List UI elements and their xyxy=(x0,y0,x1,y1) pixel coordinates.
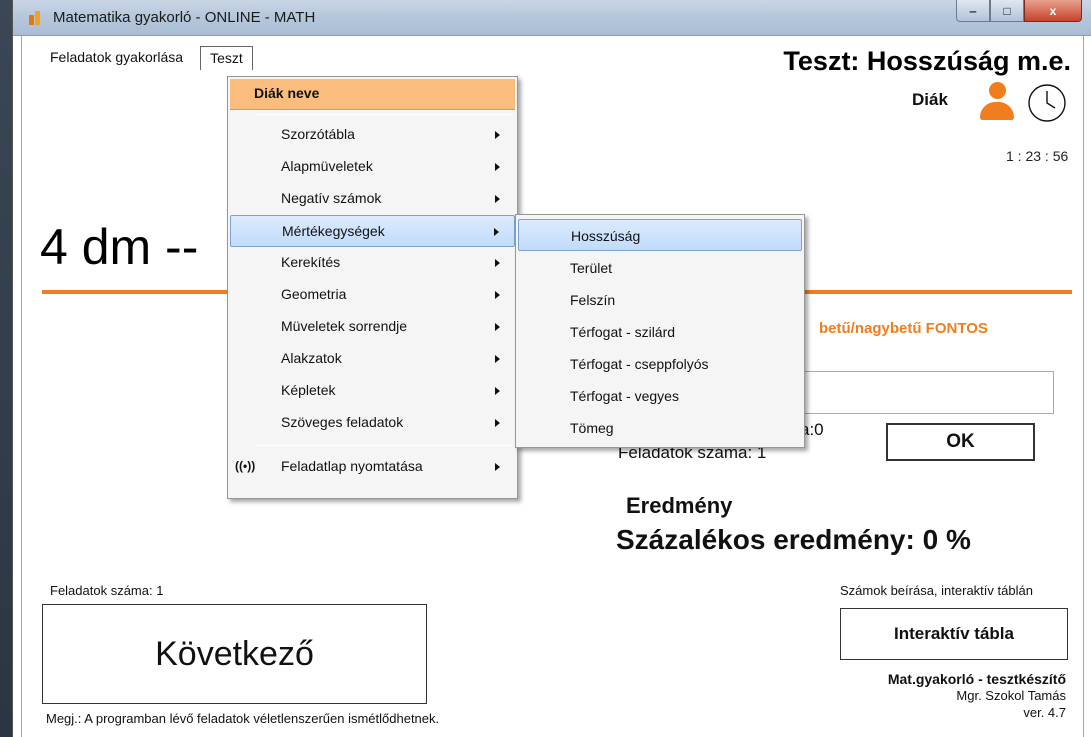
menu-item-negative-numbers[interactable]: Negatív számok xyxy=(230,183,515,215)
version-label: ver. 4.7 xyxy=(1023,705,1066,720)
interactive-board-caption: Számok beírása, interaktív táblán xyxy=(840,583,1033,598)
result-label: Eredmény xyxy=(626,493,733,518)
test-dropdown-menu: Diák neve Szorzótábla Alapmüveletek Nega… xyxy=(227,76,518,499)
chevron-right-icon xyxy=(495,419,500,427)
test-title: Teszt: Hosszúság m.e. xyxy=(783,46,1071,76)
chevron-right-icon xyxy=(495,355,500,363)
menu-item-print-worksheet[interactable]: ((•)) Feladatlap nyomtatása xyxy=(230,451,515,483)
minimize-button[interactable]: ‒ xyxy=(956,0,990,22)
next-button[interactable]: Következő xyxy=(42,604,427,704)
credit-author: Mgr. Szokol Tamás xyxy=(956,688,1066,703)
submenu-item-mass[interactable]: Tömeg xyxy=(518,412,802,444)
chevron-right-icon xyxy=(495,131,500,139)
chevron-right-icon xyxy=(494,228,499,236)
submenu-item-volume-solid[interactable]: Térfogat - szilárd xyxy=(518,316,802,348)
task-count: Feladatok száma: 1 xyxy=(50,583,164,598)
menu-item-label: Müveletek sorrendje xyxy=(281,318,408,334)
chevron-right-icon xyxy=(495,323,500,331)
desktop-background xyxy=(0,0,12,737)
window-title: Matematika gyakorló - ONLINE - MATH xyxy=(53,9,316,26)
menu-item-label: Szöveges feladatok xyxy=(281,414,404,430)
title-bar[interactable]: Matematika gyakorló - ONLINE - MATH ‒ □ … xyxy=(13,0,1091,36)
clock-icon[interactable] xyxy=(1026,82,1068,124)
chevron-right-icon xyxy=(495,387,500,395)
menu-item-label: Kerekítés xyxy=(281,254,341,270)
screen: Matematika gyakorló - ONLINE - MATH ‒ □ … xyxy=(0,0,1091,737)
chevron-right-icon xyxy=(495,291,500,299)
submenu-item-area[interactable]: Terület xyxy=(518,252,802,284)
footer-note: Megj.: A programban lévő feladatok vélet… xyxy=(46,711,440,726)
user-icon[interactable] xyxy=(980,82,1014,122)
menu-item-geometry[interactable]: Geometria xyxy=(230,279,515,311)
chevron-right-icon xyxy=(495,195,500,203)
menu-student-name[interactable]: Diák neve xyxy=(230,79,515,110)
menu-separator xyxy=(256,114,512,115)
maximize-button[interactable]: □ xyxy=(990,0,1024,22)
menu-item-label: Negatív számok xyxy=(281,190,382,206)
menu-item-formulas[interactable]: Képletek xyxy=(230,375,515,407)
chevron-right-icon xyxy=(495,259,500,267)
submenu-item-length[interactable]: Hosszúság xyxy=(518,219,802,251)
menu-item-label: Alapmüveletek xyxy=(281,158,373,174)
ok-button[interactable]: OK xyxy=(886,423,1035,461)
menu-item-shapes[interactable]: Alakzatok xyxy=(230,343,515,375)
broadcast-icon: ((•)) xyxy=(235,459,256,473)
menu-item-basic-operations[interactable]: Alapmüveletek xyxy=(230,151,515,183)
menu-item-units[interactable]: Mértékegységek xyxy=(230,215,515,247)
menu-item-label: Mértékegységek xyxy=(282,223,385,239)
window-controls: ‒ □ x xyxy=(956,0,1082,22)
credit-title: Mat.gyakorló - tesztkészítő xyxy=(887,671,1066,687)
chevron-right-icon xyxy=(495,163,500,171)
submenu-item-volume-liquid[interactable]: Térfogat - cseppfolyós xyxy=(518,348,802,380)
submenu-item-surface[interactable]: Felszín xyxy=(518,284,802,316)
menu-item-order-of-operations[interactable]: Müveletek sorrendje xyxy=(230,311,515,343)
app-logo-icon xyxy=(29,11,45,25)
menu-item-label: Feladatlap nyomtatása xyxy=(281,458,423,474)
menu-item-label: Szorzótábla xyxy=(281,126,355,142)
question-text: 4 dm -- xyxy=(40,219,199,275)
submenu-item-volume-mixed[interactable]: Térfogat - vegyes xyxy=(518,380,802,412)
percent-result: Százalékos eredmény: 0 % xyxy=(616,524,971,555)
menu-separator xyxy=(256,445,512,446)
menu-bar: Feladatok gyakorlása Teszt xyxy=(22,46,253,70)
elapsed-timer: 1 : 23 : 56 xyxy=(1006,148,1069,164)
chevron-right-icon xyxy=(495,463,500,471)
interactive-board-button[interactable]: Interaktív tábla xyxy=(840,608,1068,660)
menu-item-label: Képletek xyxy=(281,382,336,398)
menu-item-word-problems[interactable]: Szöveges feladatok xyxy=(230,407,515,439)
units-submenu: Hosszúság Terület Felszín Térfogat - szi… xyxy=(515,214,805,448)
menu-item-label: Geometria xyxy=(281,286,347,302)
menu-test[interactable]: Teszt xyxy=(200,46,253,70)
menu-item-multiplication[interactable]: Szorzótábla xyxy=(230,119,515,151)
menu-practice[interactable]: Feladatok gyakorlása xyxy=(40,46,192,70)
close-button[interactable]: x xyxy=(1024,0,1082,22)
student-label: Diák xyxy=(912,90,948,109)
menu-item-rounding[interactable]: Kerekítés xyxy=(230,247,515,279)
menu-item-label: Alakzatok xyxy=(281,350,342,366)
answer-input[interactable] xyxy=(800,371,1054,414)
case-hint: betű/nagybetű FONTOS xyxy=(819,320,988,337)
